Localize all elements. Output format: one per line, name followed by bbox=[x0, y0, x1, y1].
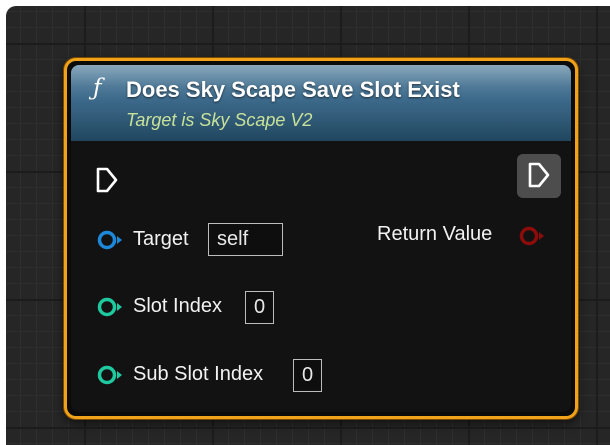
sub-slot-index-pin-icon[interactable] bbox=[97, 364, 125, 386]
node-body: Target self Return Value Slot Index 0 Su… bbox=[71, 141, 571, 412]
function-node[interactable]: ƒ Does Sky Scape Save Slot Exist Target … bbox=[64, 58, 578, 419]
target-pin-icon[interactable] bbox=[97, 229, 125, 251]
graph-canvas[interactable]: ƒ Does Sky Scape Save Slot Exist Target … bbox=[6, 6, 610, 445]
function-icon: ƒ bbox=[93, 75, 102, 101]
return-value-pin-icon[interactable] bbox=[519, 225, 547, 247]
node-header[interactable]: ƒ Does Sky Scape Save Slot Exist Target … bbox=[71, 65, 571, 141]
slot-index-value-field[interactable]: 0 bbox=[245, 291, 275, 324]
target-pin-label: Target bbox=[133, 228, 189, 250]
slot-index-pin-icon[interactable] bbox=[97, 296, 125, 318]
return-value-label: Return Value bbox=[377, 223, 493, 245]
node-subtitle: Target is Sky Scape V2 bbox=[126, 110, 313, 130]
exec-output-pin-icon bbox=[528, 162, 550, 188]
exec-output-pin[interactable] bbox=[517, 154, 561, 198]
target-value-field[interactable]: self bbox=[208, 223, 283, 256]
slot-index-pin-label: Slot Index bbox=[133, 295, 222, 317]
node-title: Does Sky Scape Save Slot Exist bbox=[126, 77, 460, 102]
sub-slot-index-pin-label: Sub Slot Index bbox=[133, 363, 264, 385]
sub-slot-index-value-field[interactable]: 0 bbox=[293, 359, 323, 392]
exec-input-pin-icon[interactable] bbox=[95, 167, 119, 193]
